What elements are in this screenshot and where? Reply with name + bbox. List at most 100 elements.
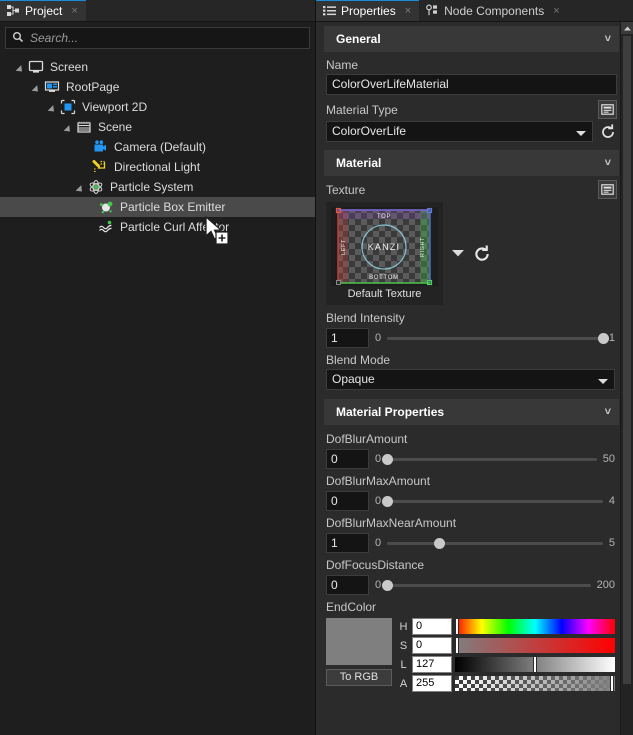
blend-intensity-label: Blend Intensity xyxy=(326,311,405,325)
chevron-down-icon[interactable]: ˅ xyxy=(605,33,611,45)
search-input[interactable]: Search... xyxy=(5,27,310,49)
channel-marker[interactable] xyxy=(454,637,459,654)
alpha-gradient-bar[interactable] xyxy=(455,675,615,692)
search-container: Search... xyxy=(0,22,315,52)
tab-project-label: Project xyxy=(25,3,63,18)
expand-arrow-icon[interactable] xyxy=(32,82,43,93)
properties-scrollbar[interactable] xyxy=(620,22,633,735)
project-tabbar: Project × xyxy=(0,0,315,22)
channel-input-a[interactable]: 255 xyxy=(412,675,452,692)
expand-arrow-icon[interactable] xyxy=(76,182,87,193)
texture-thumbnail: KANZI TOP BOTTOM LEFT RIGHT xyxy=(331,207,438,286)
slider-handle[interactable] xyxy=(382,580,394,591)
expand-arrow-icon[interactable] xyxy=(64,122,75,133)
slider-handle[interactable] xyxy=(382,454,394,465)
properties-panel: Properties × Node Components × General ˅… xyxy=(316,0,633,735)
expand-arrow-icon[interactable] xyxy=(16,62,27,73)
to-rgb-button[interactable]: To RGB xyxy=(326,669,392,686)
dofbluramount-value[interactable]: 0 xyxy=(326,449,369,469)
project-icon xyxy=(7,4,20,17)
tab-node-components[interactable]: Node Components × xyxy=(419,0,568,21)
endcolor-swatch[interactable] xyxy=(326,618,392,665)
scene-icon xyxy=(76,119,92,135)
channel-label-a: A xyxy=(399,677,408,690)
tree-node-particle-curl-affector[interactable]: Particle Curl Affector xyxy=(0,217,315,237)
properties-list-icon xyxy=(323,4,336,17)
blend-intensity-slider[interactable] xyxy=(387,328,609,348)
search-placeholder: Search... xyxy=(30,31,79,45)
chevron-down-icon[interactable]: ˅ xyxy=(605,406,611,418)
tree-node-directional-light[interactable]: Directional Light xyxy=(0,157,315,177)
name-input[interactable]: ColorOverLifeMaterial xyxy=(326,74,617,95)
channel-input-h[interactable]: 0 xyxy=(412,618,452,635)
tab-properties[interactable]: Properties × xyxy=(316,0,420,21)
channel-row-l: L 127 xyxy=(398,656,615,673)
close-icon[interactable]: × xyxy=(553,5,559,17)
slider-handle[interactable] xyxy=(433,538,445,549)
lightness-gradient-bar[interactable] xyxy=(455,656,615,673)
dofblurmaxamount-row: 0 0 4 xyxy=(316,490,621,512)
endcolor-channels: H 0 S 0 L 127 A 255 xyxy=(398,618,615,692)
tree-node-viewport-2d[interactable]: Viewport 2D xyxy=(0,97,315,117)
screen-icon xyxy=(28,59,44,75)
section-general[interactable]: General ˅ xyxy=(324,26,619,52)
doffocusdistance-row: 0 0 200 xyxy=(316,574,621,596)
scrollbar-thumb[interactable] xyxy=(623,36,631,684)
hue-gradient-bar[interactable] xyxy=(454,618,615,635)
doffocusdistance-value[interactable]: 0 xyxy=(326,575,369,595)
channel-marker[interactable] xyxy=(533,656,537,673)
doffocusdistance-slider[interactable] xyxy=(382,575,591,595)
chevron-down-icon[interactable]: ˅ xyxy=(605,157,611,169)
blend-intensity-value[interactable]: 1 xyxy=(326,328,369,348)
section-material-properties[interactable]: Material Properties ˅ xyxy=(324,399,619,425)
channel-input-s[interactable]: 0 xyxy=(412,637,452,654)
section-material-title: Material xyxy=(336,156,382,170)
properties-tabbar: Properties × Node Components × xyxy=(316,0,633,22)
tree-node-label: Viewport 2D xyxy=(82,100,148,114)
dofblurmaxamount-label: DofBlurMaxAmount xyxy=(326,474,431,488)
tab-properties-label: Properties xyxy=(341,3,396,18)
dofblurmaxamount-slider[interactable] xyxy=(382,491,603,511)
browse-icon[interactable] xyxy=(598,180,617,199)
material-type-combo[interactable]: ColorOverLife xyxy=(326,121,593,142)
dofblurmaxnearamount-label: DofBlurMaxNearAmount xyxy=(326,516,457,530)
texture-caption: Default Texture xyxy=(347,288,422,300)
texture-card[interactable]: KANZI TOP BOTTOM LEFT RIGHT Default Text… xyxy=(326,202,443,305)
tree-node-rootpage[interactable]: RootPage xyxy=(0,77,315,97)
channel-input-l[interactable]: 127 xyxy=(412,656,452,673)
blend-mode-combo[interactable]: Opaque xyxy=(326,369,615,390)
name-label: Name xyxy=(326,58,359,72)
expand-arrow-icon[interactable] xyxy=(48,102,59,113)
blend-intensity-max: 1 xyxy=(608,332,615,344)
dofblurmaxnearamount-value[interactable]: 1 xyxy=(326,533,369,553)
chevron-down-icon[interactable] xyxy=(451,247,465,261)
channel-marker[interactable] xyxy=(454,618,459,635)
section-material-properties-title: Material Properties xyxy=(336,405,445,419)
dofbluramount-slider[interactable] xyxy=(382,449,597,469)
tree-node-particle-system[interactable]: Particle System xyxy=(0,177,315,197)
properties-content: General ˅ Name ColorOverLifeMaterial Mat… xyxy=(316,22,633,735)
reset-icon[interactable] xyxy=(473,244,491,263)
saturation-gradient-bar[interactable] xyxy=(454,637,615,654)
close-icon[interactable]: × xyxy=(71,5,77,17)
dofblurmaxamount-value[interactable]: 0 xyxy=(326,491,369,511)
slider-handle[interactable] xyxy=(597,333,609,344)
scene-tree: Screen RootPage Viewport 2D Scene Camera… xyxy=(0,52,315,735)
dofblurmaxnearamount-slider[interactable] xyxy=(387,533,603,553)
scroll-up-icon[interactable] xyxy=(621,22,633,34)
slider-handle[interactable] xyxy=(382,496,394,507)
browse-icon[interactable] xyxy=(598,100,617,119)
tab-project[interactable]: Project × xyxy=(0,0,86,21)
close-icon[interactable]: × xyxy=(405,5,411,17)
tree-node-screen[interactable]: Screen xyxy=(0,57,315,77)
svg-text:BOTTOM: BOTTOM xyxy=(369,275,399,281)
endcolor-left: To RGB xyxy=(326,618,392,692)
tab-node-components-label: Node Components xyxy=(444,3,545,18)
tree-node-camera[interactable]: Camera (Default) xyxy=(0,137,315,157)
section-material[interactable]: Material ˅ xyxy=(324,150,619,176)
tree-node-particle-box-emitter[interactable]: Particle Box Emitter xyxy=(0,197,315,217)
reset-icon[interactable] xyxy=(599,123,617,141)
texture-label-row: Texture xyxy=(316,178,621,199)
channel-marker[interactable] xyxy=(609,675,614,692)
tree-node-scene[interactable]: Scene xyxy=(0,117,315,137)
